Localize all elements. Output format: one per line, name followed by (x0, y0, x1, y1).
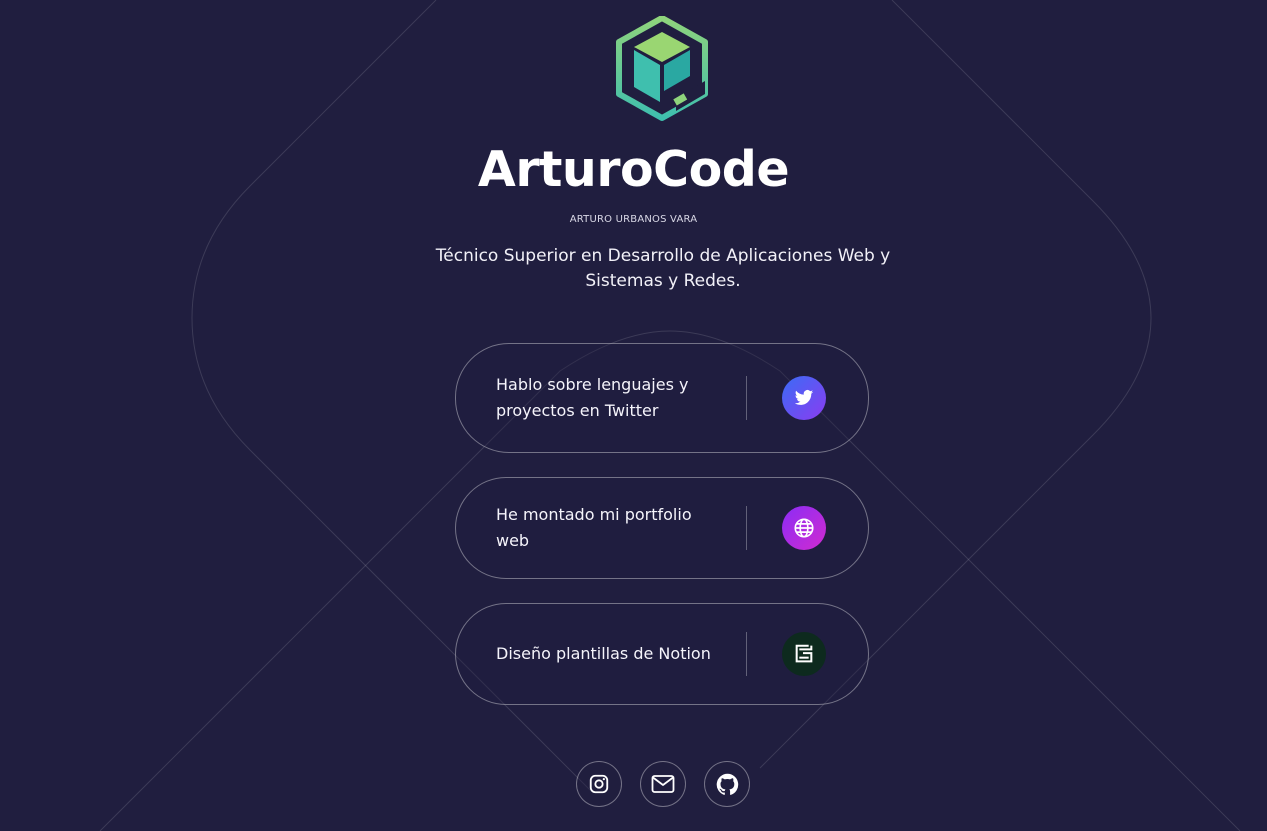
profile-description: Técnico Superior en Desarrollo de Aplica… (435, 246, 891, 291)
mail-icon (651, 774, 675, 794)
instagram-button[interactable] (576, 761, 622, 807)
twitter-link-label: Hablo sobre lenguajes y proyectos en Twi… (496, 375, 689, 420)
notion-link-label: Diseño plantillas de Notion (496, 644, 711, 663)
notion-link-card[interactable]: Diseño plantillas de Notion (455, 603, 869, 705)
arturocode-logo (616, 15, 708, 122)
instagram-icon (588, 773, 610, 795)
github-button[interactable] (704, 761, 750, 807)
card-divider (746, 632, 747, 676)
card-divider (746, 376, 747, 420)
globe-icon (782, 506, 826, 550)
twitter-icon (782, 376, 826, 420)
full-name: ARTURO URBANOS VARA (569, 214, 698, 225)
portfolio-link-label: He montado mi portfolio web (496, 505, 692, 550)
gumroad-icon (782, 632, 826, 676)
email-button[interactable] (640, 761, 686, 807)
twitter-link-card[interactable]: Hablo sobre lenguajes y proyectos en Twi… (455, 343, 869, 453)
card-divider (746, 506, 747, 550)
brand-title: ArturoCode (477, 141, 790, 198)
github-icon (716, 773, 739, 796)
portfolio-link-card[interactable]: He montado mi portfolio web (455, 477, 869, 579)
